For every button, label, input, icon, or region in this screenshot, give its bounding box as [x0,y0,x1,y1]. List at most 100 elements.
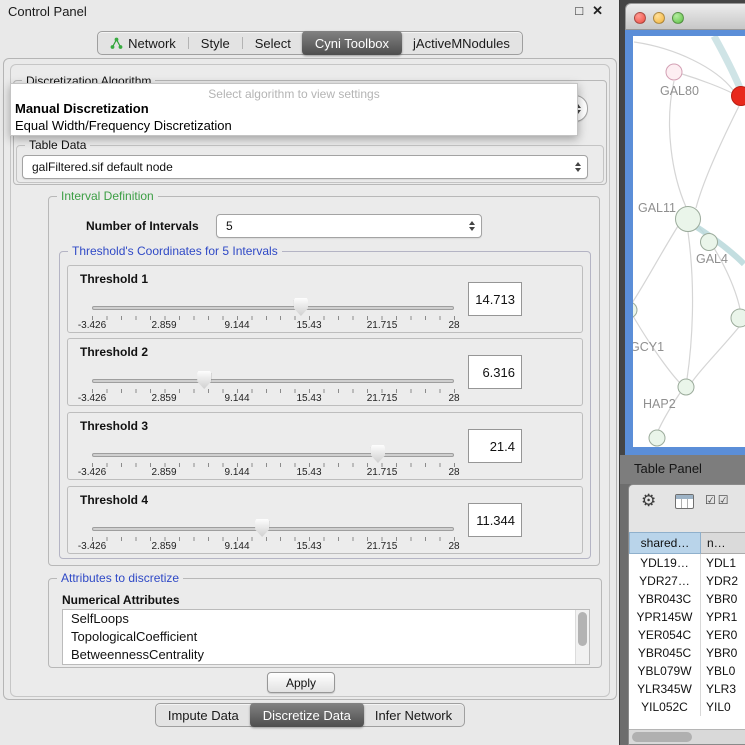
table-row[interactable]: YER054CYER0 [629,626,745,644]
window-title: Control Panel [8,4,87,19]
minimize-window-icon[interactable] [653,12,665,24]
node-gal4[interactable] [701,234,718,251]
cell[interactable]: YPR1 [701,608,745,626]
horizontal-scrollbar[interactable] [629,729,745,744]
network-window-titlebar[interactable] [625,3,745,30]
column-header-name[interactable]: n… [701,532,745,554]
node-hap2[interactable] [678,379,694,395]
vertical-scrollbar[interactable] [575,610,589,664]
table-row[interactable]: YDL19…YDL1 [629,554,745,572]
tab-label: Cyni Toolbox [315,36,389,51]
node[interactable] [731,309,745,327]
table-row[interactable]: YLR345WYLR3 [629,680,745,698]
threshold-3-slider[interactable] [92,449,454,461]
column-header-shared-name[interactable]: shared… [629,532,701,554]
cell[interactable]: YBR043C [629,590,701,608]
dropdown-option-equal-width-frequency[interactable]: Equal Width/Frequency Discretization [15,118,232,133]
cell[interactable]: YDL19… [629,554,701,572]
tab-label: jActiveMNodules [413,36,510,51]
cell[interactable]: YLR3 [701,680,745,698]
table-panel-title: Table Panel [634,461,702,476]
tab-impute-data[interactable]: Impute Data [156,704,251,726]
cell[interactable]: YBL079W [629,662,701,680]
node[interactable] [649,430,665,446]
slider-track[interactable] [92,527,454,531]
close-panel-icon[interactable]: ✕ [592,3,603,19]
gear-icon[interactable]: ⚙ [641,491,656,511]
list-item[interactable]: BetweennessCentrality [63,646,589,664]
scale-label: 2.859 [151,541,176,552]
tab-select[interactable]: Select [243,32,303,54]
cell[interactable]: YIL0 [701,698,745,716]
slider-thumb[interactable] [197,371,211,389]
columns-icon[interactable] [675,494,694,509]
attributes-list[interactable]: SelfLoops TopologicalCoefficient Between… [62,609,590,665]
slider-ticks [92,463,455,467]
slider-thumb[interactable] [371,445,385,463]
checkbox-icons[interactable]: ☑☑ [705,493,731,507]
tab-jactivemnodules[interactable]: jActiveMNodules [401,32,522,54]
scale-label: 2.859 [151,467,176,478]
cell[interactable]: YER054C [629,626,701,644]
zoom-window-icon[interactable] [672,12,684,24]
table-row[interactable]: YBR043CYBR0 [629,590,745,608]
node-gal80[interactable] [666,64,682,80]
tab-style[interactable]: Style [189,32,242,54]
list-item[interactable]: SelfLoops [63,610,589,628]
threshold-1-slider[interactable] [92,302,454,314]
cell[interactable]: YER0 [701,626,745,644]
cell[interactable]: YBR0 [701,644,745,662]
table-row[interactable]: YIL052CYIL0 [629,698,745,716]
node[interactable] [633,302,637,318]
threshold-3-label: Threshold 3 [80,419,148,433]
scale-label: 21.715 [367,541,398,552]
slider-track[interactable] [92,379,454,383]
threshold-4-value-field[interactable] [468,503,522,537]
threshold-4-slider[interactable] [92,523,454,535]
slider-track[interactable] [92,453,454,457]
slider-thumb[interactable] [255,519,269,537]
threshold-3-value-field[interactable] [468,429,522,463]
group-title: Threshold's Coordinates for 5 Intervals [68,244,282,258]
scrollbar-thumb[interactable] [632,732,692,742]
cell[interactable]: YBL0 [701,662,745,680]
tab-network[interactable]: Network [98,32,188,54]
cell[interactable]: YLR345W [629,680,701,698]
group-title: Attributes to discretize [57,571,183,585]
dropdown-option-manual-discretization[interactable]: Manual Discretization [15,101,149,116]
float-window-icon[interactable]: □ [575,3,583,19]
num-intervals-combo[interactable]: 5 [216,214,482,238]
table-data-combo[interactable]: galFiltered.sif default node [22,155,588,179]
scale-label: -3.426 [78,541,106,552]
slider-track[interactable] [92,306,454,310]
tab-infer-network[interactable]: Infer Network [363,704,464,726]
tab-cyni-toolbox[interactable]: Cyni Toolbox [302,31,402,55]
apply-button[interactable]: Apply [267,672,335,693]
threshold-2-value-field[interactable] [468,355,522,389]
table-row[interactable]: YDR27…YDR2 [629,572,745,590]
scale-label: 9.144 [224,393,249,404]
cell[interactable]: YDR2 [701,572,745,590]
table-row[interactable]: YPR145WYPR1 [629,608,745,626]
cell[interactable]: YPR145W [629,608,701,626]
threshold-2-slider[interactable] [92,375,454,387]
table-row[interactable]: YBR045CYBR0 [629,644,745,662]
threshold-1-panel: Threshold 1 -3.426 2.859 9.144 15.43 21.… [67,265,583,333]
network-canvas[interactable]: GAL80 GAL11 GAL4 GCY1 HAP2 [633,36,745,447]
node-gal11[interactable] [676,207,701,232]
num-intervals-label: Number of Intervals [86,219,199,233]
tab-discretize-data[interactable]: Discretize Data [250,703,364,727]
table-panel-bar: Table Panel [620,455,745,484]
cell[interactable]: YDL1 [701,554,745,572]
cell[interactable]: YIL052C [629,698,701,716]
slider-thumb[interactable] [294,298,308,316]
cell[interactable]: YDR27… [629,572,701,590]
threshold-1-value-field[interactable] [468,282,522,316]
table-row[interactable]: YBL079WYBL0 [629,662,745,680]
cell[interactable]: YBR045C [629,644,701,662]
cell[interactable]: YBR0 [701,590,745,608]
node-selected-red[interactable] [732,87,745,106]
scrollbar-thumb[interactable] [578,612,587,646]
close-window-icon[interactable] [634,12,646,24]
list-item[interactable]: TopologicalCoefficient [63,628,589,646]
